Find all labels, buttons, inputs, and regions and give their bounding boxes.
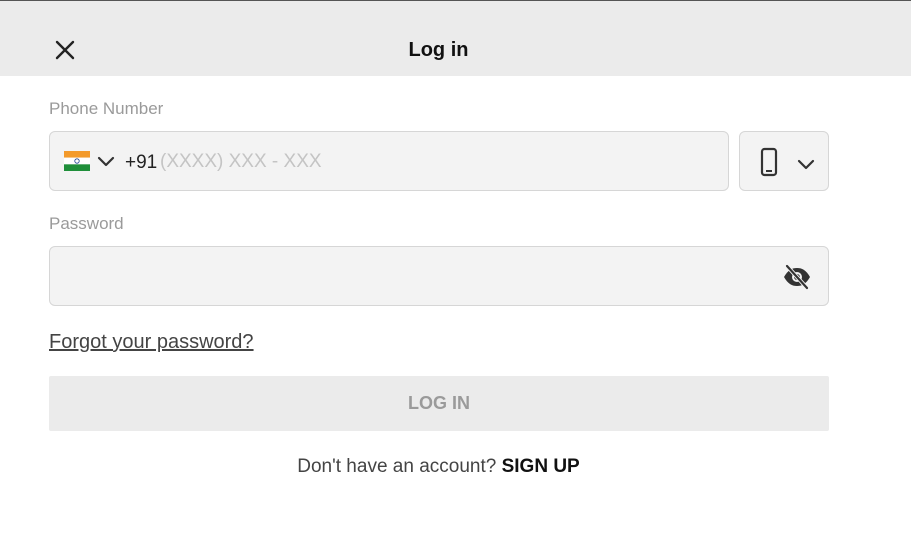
india-flag-icon[interactable]	[64, 151, 90, 171]
login-method-dropdown[interactable]	[739, 131, 829, 191]
mobile-phone-icon	[759, 147, 779, 177]
eye-slash-icon[interactable]	[782, 263, 812, 291]
dial-code: +91	[125, 152, 158, 173]
password-input[interactable]	[64, 261, 764, 293]
password-label: Password	[49, 214, 124, 233]
signup-row: Don't have an account? SIGN UP	[0, 456, 877, 478]
phone-number-input[interactable]	[160, 146, 700, 178]
page-title: Log in	[408, 39, 469, 61]
password-field[interactable]	[49, 246, 829, 306]
phone-number-label: Phone Number	[49, 99, 164, 118]
country-chevron-down-icon[interactable]	[96, 155, 116, 169]
chevron-down-icon	[796, 158, 816, 172]
header-bar: Log in	[0, 0, 911, 76]
phone-number-field[interactable]: +91	[49, 131, 729, 191]
login-button[interactable]: LOG IN	[49, 376, 829, 431]
signup-prompt: Don't have an account?	[297, 456, 502, 477]
signup-link[interactable]: SIGN UP	[502, 456, 580, 477]
forgot-password-link[interactable]: Forgot your password?	[49, 331, 254, 354]
